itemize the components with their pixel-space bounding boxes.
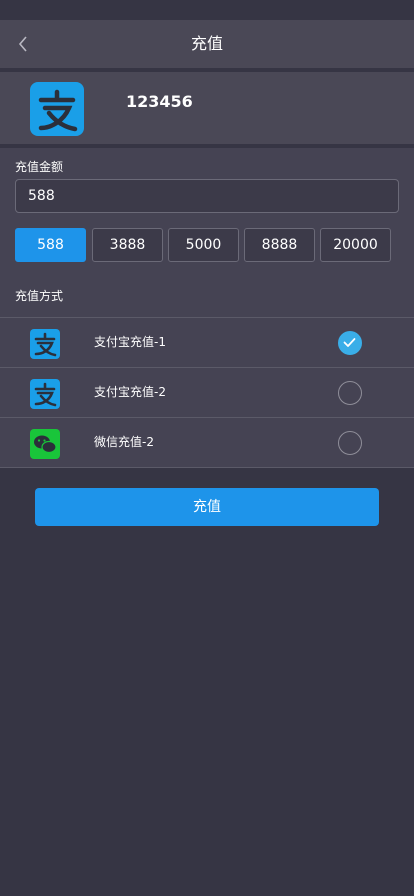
method-row[interactable]: 微信充值-2 [0,417,414,468]
amount-option-8888[interactable]: 8888 [244,228,315,262]
method-label: 支付宝充值-2 [94,385,166,399]
amount-input[interactable]: 588 [15,179,399,213]
amount-option-3888[interactable]: 3888 [92,228,163,262]
page-title: 充值 [190,34,223,53]
method-row[interactable]: 支付宝充值-2 [0,367,414,417]
alipay-icon [30,329,60,359]
alipay-icon [30,379,60,409]
recharge-panel: 充值金额 588 588 3888 5000 8888 20000 充值方式 支… [0,148,414,468]
check-icon [343,338,356,347]
method-radio-checked[interactable] [338,331,362,355]
amount-options: 588 3888 5000 8888 20000 [15,228,399,264]
alipay-icon [30,82,84,136]
method-row[interactable]: 支付宝充值-1 [0,317,414,367]
submit-button[interactable]: 充值 [35,488,379,526]
method-radio[interactable] [338,431,362,455]
wechat-icon [30,429,60,459]
amount-option-588[interactable]: 588 [15,228,86,262]
method-label: 支付宝充值-1 [94,335,166,349]
method-radio[interactable] [338,381,362,405]
account-card: 123456 [0,72,414,144]
method-section-label: 充值方式 [15,289,64,303]
amount-option-20000[interactable]: 20000 [320,228,391,262]
method-label: 微信充值-2 [94,435,154,449]
amount-option-5000[interactable]: 5000 [168,228,239,262]
amount-section-label: 充值金额 [15,160,64,174]
header-bar: 充值 [0,20,414,68]
account-id: 123456 [126,92,193,111]
status-strip [0,0,414,20]
